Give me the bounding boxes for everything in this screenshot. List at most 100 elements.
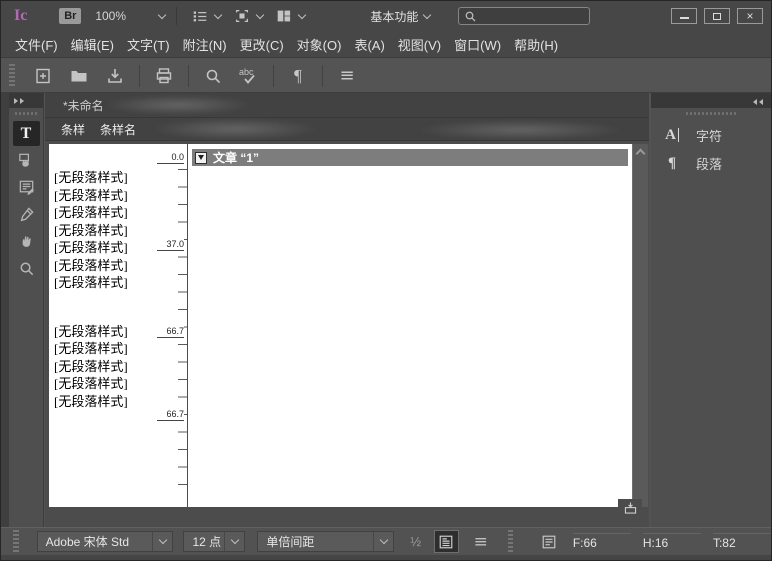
paragraph-style-row: [无段落样式] <box>49 222 187 240</box>
menu-view[interactable]: 视图(V) <box>398 35 441 54</box>
close-button[interactable]: × <box>737 8 763 24</box>
panel-item-label: 段落 <box>696 154 722 173</box>
chevron-down-icon <box>298 10 306 18</box>
zoom-tool[interactable] <box>13 256 40 281</box>
panel-item-label: 字符 <box>696 126 722 145</box>
galley-info-toggle[interactable] <box>434 530 458 553</box>
chevron-down-icon <box>158 10 166 18</box>
select-arrow <box>152 532 172 551</box>
grip-handle[interactable] <box>508 530 514 554</box>
type-tool[interactable]: T <box>13 121 40 146</box>
spellcheck-icon: abc <box>238 66 260 86</box>
bridge-button[interactable]: Br <box>59 8 81 24</box>
story-editor[interactable]: 文章 “1” <box>188 144 648 507</box>
menu-type[interactable]: 文字(T) <box>127 35 170 54</box>
chevron-down-icon <box>231 536 239 544</box>
overset-corner[interactable] <box>618 499 642 517</box>
minimize-button[interactable] <box>671 8 697 24</box>
grip-handle[interactable] <box>15 112 37 115</box>
menu-changes[interactable]: 更改(C) <box>240 35 284 54</box>
zoom-level-value: 100% <box>95 9 126 23</box>
menu-edit[interactable]: 编辑(E) <box>71 35 114 54</box>
separator <box>176 7 177 25</box>
menu-object[interactable]: 对象(O) <box>297 35 342 54</box>
statusbar-menu-button[interactable]: ≡ <box>474 532 488 552</box>
spellcheck-button[interactable]: abc <box>234 62 264 90</box>
position-tool-icon <box>17 151 36 170</box>
paragraph-style-row: [无段落样式] <box>49 393 187 411</box>
tools-panel-header[interactable] <box>9 93 43 108</box>
collapse-panel-icon <box>751 92 763 110</box>
stat-height: H:16 <box>643 533 701 550</box>
expand-panel-icon <box>14 98 18 104</box>
position-tool[interactable] <box>13 148 40 173</box>
font-family-select[interactable]: Adobe 宋体 Std <box>37 531 174 552</box>
svg-text:abc: abc <box>239 67 254 77</box>
view-options-dropdown[interactable] <box>191 7 223 25</box>
save-icon <box>105 66 125 86</box>
separator <box>139 65 140 87</box>
right-panel-header[interactable] <box>651 93 771 108</box>
hand-tool[interactable] <box>13 229 40 254</box>
menu-help[interactable]: 帮助(H) <box>514 35 558 54</box>
stat-total: T:82 <box>713 533 771 550</box>
document-tabbar: *未命名 <box>45 93 649 118</box>
view-tab-galley[interactable]: 条样 <box>61 121 85 138</box>
toolbar-grip-handle[interactable] <box>9 64 15 88</box>
text-cursor-icon <box>678 128 679 142</box>
open-folder-button[interactable] <box>64 62 94 90</box>
screen-mode-dropdown[interactable] <box>233 7 265 25</box>
copyfit-info-button[interactable] <box>536 530 560 553</box>
show-hidden-characters-button[interactable]: ¶ <box>283 62 313 90</box>
document-area: *未命名 条样 条样名 0.0 37.0 66.7 66.7 [无段落样式] [… <box>45 93 649 527</box>
find-button[interactable] <box>198 62 228 90</box>
zoom-level-dropdown[interactable]: 100% <box>95 9 167 23</box>
type-tool-icon: T <box>21 125 32 143</box>
grip-handle[interactable] <box>686 112 736 115</box>
collapse-story-button[interactable] <box>195 152 207 164</box>
print-button[interactable] <box>149 62 179 90</box>
window-controls: × <box>671 8 763 24</box>
panel-item-character[interactable]: A 字符 <box>651 121 771 149</box>
eyedropper-tool[interactable] <box>13 202 40 227</box>
document-tab[interactable]: *未命名 <box>63 97 104 114</box>
story-header-bar[interactable]: 文章 “1” <box>192 149 628 166</box>
fraction-toggle[interactable]: ½ <box>410 534 421 549</box>
window-bottom-edge <box>1 555 771 560</box>
font-size-value: 12 点 <box>184 533 224 550</box>
vertical-scrollbar[interactable] <box>632 144 648 507</box>
save-button[interactable] <box>100 62 130 90</box>
incopy-logo-icon: Ic <box>14 7 27 25</box>
hand-tool-icon <box>17 232 36 251</box>
menu-file[interactable]: 文件(F) <box>15 35 58 54</box>
font-size-select[interactable]: 12 点 <box>183 531 245 552</box>
maximize-button[interactable] <box>704 8 730 24</box>
arrange-documents-dropdown[interactable] <box>275 7 307 25</box>
depth-ruler-mark: 66.7 <box>157 326 184 338</box>
font-family-value: Adobe 宋体 Std <box>38 533 153 550</box>
toolbar-menu-button[interactable]: ≡ <box>332 62 362 90</box>
statusbar-grip-handle[interactable] <box>13 530 19 554</box>
view-tab-galley-name[interactable]: 条样名 <box>100 121 136 138</box>
maximize-icon <box>713 13 721 20</box>
arrange-documents-icon <box>275 7 293 25</box>
search-box[interactable] <box>458 7 590 25</box>
paragraph-style-row: [无段落样式] <box>49 257 187 275</box>
menu-notes[interactable]: 附注(N) <box>183 35 227 54</box>
depth-ruler-mark: 37.0 <box>157 239 184 251</box>
paragraph-style-row: [无段落样式] <box>49 375 187 393</box>
statusbar: Adobe 宋体 Std 12 点 单倍间距 ½ ≡ F:66 H:16 <box>1 527 771 555</box>
new-document-button[interactable] <box>28 62 58 90</box>
menu-table[interactable]: 表(A) <box>354 35 384 54</box>
search-input[interactable] <box>481 10 584 22</box>
separator <box>322 65 323 87</box>
smudge-artifact <box>103 95 253 115</box>
workspace-switcher[interactable]: 基本功能 <box>370 8 432 25</box>
line-spacing-select[interactable]: 单倍间距 <box>257 531 394 552</box>
zoom-tool-icon <box>17 259 36 278</box>
menu-window[interactable]: 窗口(W) <box>454 35 501 54</box>
workspace-label: 基本功能 <box>370 8 418 25</box>
panel-item-paragraph[interactable]: ¶ 段落 <box>651 149 771 177</box>
line-spacing-value: 单倍间距 <box>258 533 373 550</box>
note-tool[interactable] <box>13 175 40 200</box>
